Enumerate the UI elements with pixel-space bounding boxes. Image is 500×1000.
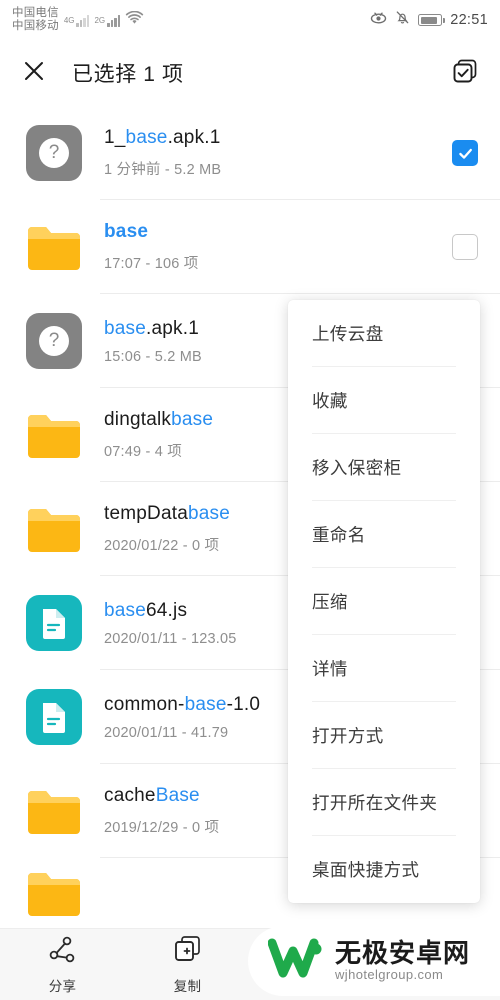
checkbox-unchecked[interactable] xyxy=(452,234,478,260)
context-menu-item[interactable]: 移入保密柜 xyxy=(288,434,480,501)
watermark-overlay: 无极安卓网 wjhotelgroup.com xyxy=(248,926,500,996)
watermark-logo-icon xyxy=(267,937,326,986)
phone-screen: 中国电信 中国移动 4G 2G 22:51 已选择 1 项 ? 1_base.a… xyxy=(0,0,500,1000)
network-type-2-label: 2G xyxy=(94,15,106,25)
watermark-title: 无极安卓网 xyxy=(335,937,471,968)
checkbox-checked[interactable] xyxy=(452,140,478,166)
context-menu-item[interactable]: 重命名 xyxy=(288,501,480,568)
watermark-text: 无极安卓网 wjhotelgroup.com xyxy=(335,937,471,983)
signal-group-2: 2G xyxy=(94,14,121,27)
document-file-icon xyxy=(26,595,82,651)
close-icon[interactable] xyxy=(22,59,46,88)
selection-header: 已选择 1 项 xyxy=(0,40,500,106)
signal-group-1: 4G xyxy=(64,14,90,27)
file-subtitle: 1 分钟前 - 5.2 MB xyxy=(104,162,222,178)
status-bar: 中国电信 中国移动 4G 2G 22:51 xyxy=(0,0,500,40)
file-subtitle: 17:07 - 106 项 xyxy=(104,256,199,272)
page-title: 已选择 1 项 xyxy=(72,63,184,86)
carrier-2-label: 中国移动 xyxy=(12,20,59,32)
bell-muted-icon xyxy=(395,10,410,30)
network-type-1-label: 4G xyxy=(63,15,75,25)
carrier-names: 中国电信 中国移动 xyxy=(12,7,59,33)
toolbar-label: 复制 xyxy=(173,979,202,994)
file-name: 1_base.apk.1 xyxy=(104,127,221,148)
context-menu-item[interactable]: 打开方式 xyxy=(288,702,480,769)
context-menu: 上传云盘 收藏 移入保密柜 重命名 压缩 详情 打开方式 打开所在文件夹 桌面快捷方式 xyxy=(288,300,480,903)
context-menu-item[interactable]: 打开所在文件夹 xyxy=(288,769,480,836)
carrier-1-label: 中国电信 xyxy=(12,7,59,20)
folder-icon xyxy=(26,407,82,463)
context-menu-item[interactable]: 上传云盘 xyxy=(288,300,480,367)
copy-icon xyxy=(173,934,203,969)
file-meta: base 17:07 - 106 项 xyxy=(104,221,452,273)
wifi-icon xyxy=(125,10,144,30)
toolbar-分享[interactable]: 分享 xyxy=(0,934,125,995)
watermark-url: wjhotelgroup.com xyxy=(335,967,444,983)
apk-file-icon: ? xyxy=(26,125,82,181)
battery-icon xyxy=(418,14,446,26)
eye-comfort-icon xyxy=(370,11,387,30)
select-all-icon[interactable] xyxy=(452,58,478,89)
status-bar-left: 中国电信 中国移动 4G 2G xyxy=(12,7,144,33)
context-menu-item[interactable]: 压缩 xyxy=(288,568,480,635)
folder-icon xyxy=(26,865,82,921)
share-icon xyxy=(48,934,78,969)
document-file-icon xyxy=(26,689,82,745)
toolbar-label: 分享 xyxy=(48,979,77,994)
folder-icon xyxy=(26,219,82,275)
context-menu-item[interactable]: 收藏 xyxy=(288,367,480,434)
folder-icon xyxy=(26,501,82,557)
status-bar-clock: 22:51 xyxy=(450,12,488,28)
status-bar-right: 22:51 xyxy=(370,10,488,30)
context-menu-item[interactable]: 详情 xyxy=(288,635,480,702)
toolbar-复制[interactable]: 复制 xyxy=(125,934,250,995)
file-list-item[interactable]: ? 1_base.apk.1 1 分钟前 - 5.2 MB xyxy=(0,106,500,200)
file-meta: 1_base.apk.1 1 分钟前 - 5.2 MB xyxy=(104,127,452,179)
signal-bars-2-icon xyxy=(107,14,121,27)
folder-icon xyxy=(26,783,82,839)
file-list-item[interactable]: base 17:07 - 106 项 xyxy=(0,200,500,294)
signal-bars-1-icon xyxy=(76,14,90,27)
file-name: base xyxy=(104,221,149,242)
context-menu-item[interactable]: 桌面快捷方式 xyxy=(288,836,480,903)
apk-file-icon: ? xyxy=(26,313,82,369)
